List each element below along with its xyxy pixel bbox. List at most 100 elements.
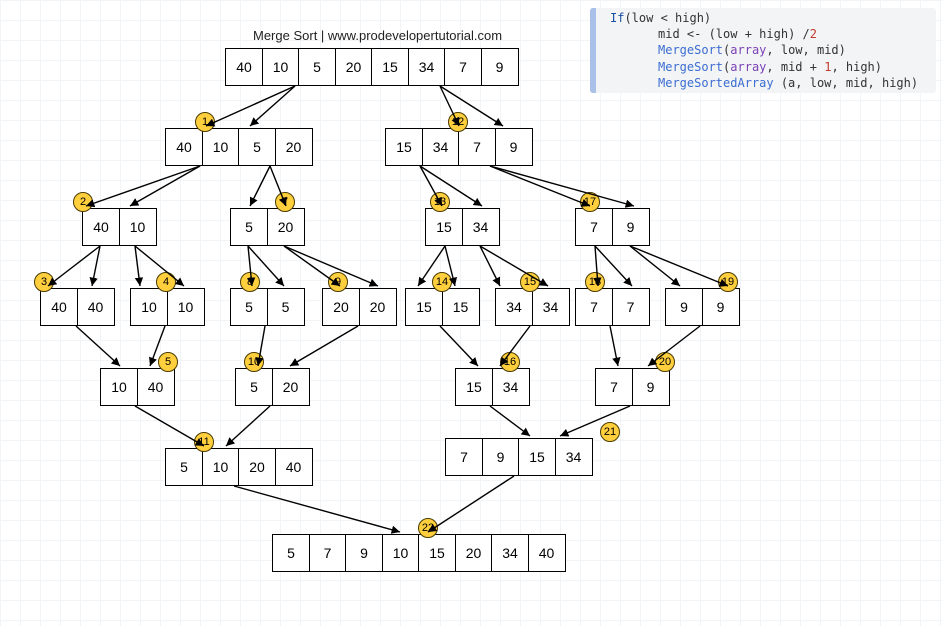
code-block: If(low < high) mid <- (low + high) /2 Me… bbox=[590, 8, 936, 93]
array-cell: 10 bbox=[167, 288, 205, 326]
array-node: 2020 bbox=[322, 288, 397, 326]
array-node: 4010 bbox=[82, 208, 157, 246]
array-cell: 15 bbox=[455, 368, 493, 406]
step-badge: 3 bbox=[34, 272, 54, 292]
array-cell: 20 bbox=[455, 534, 493, 572]
step-badge: 19 bbox=[718, 272, 738, 292]
array-cell: 15 bbox=[385, 128, 423, 166]
step-badge: 16 bbox=[500, 352, 520, 372]
step-badge: 4 bbox=[156, 272, 176, 292]
array-node: 79 bbox=[575, 208, 650, 246]
code-line: mid <- (low + high) /2 bbox=[610, 26, 932, 42]
array-cell: 34 bbox=[495, 288, 533, 326]
array-cell: 20 bbox=[275, 128, 313, 166]
array-cell: 10 bbox=[202, 128, 240, 166]
array-cell: 40 bbox=[275, 448, 313, 486]
array-cell: 15 bbox=[371, 48, 409, 86]
step-badge: 1 bbox=[195, 112, 215, 132]
step-badge: 12 bbox=[448, 112, 468, 132]
array-cell: 20 bbox=[335, 48, 373, 86]
array-node: 520 bbox=[230, 208, 305, 246]
array-cell: 34 bbox=[532, 288, 570, 326]
array-cell: 9 bbox=[481, 48, 519, 86]
array-node: 77 bbox=[575, 288, 650, 326]
code-line: MergeSort(array, low, mid) bbox=[610, 42, 932, 58]
array-cell: 10 bbox=[262, 48, 300, 86]
array-cell: 34 bbox=[422, 128, 460, 166]
array-cell: 9 bbox=[345, 534, 383, 572]
array-cell: 40 bbox=[77, 288, 115, 326]
step-badge: 17 bbox=[580, 192, 600, 212]
array-cell: 5 bbox=[238, 128, 276, 166]
array-cell: 9 bbox=[632, 368, 670, 406]
array-cell: 7 bbox=[595, 368, 633, 406]
array-node: 1534 bbox=[425, 208, 500, 246]
step-badge: 14 bbox=[432, 272, 452, 292]
array-node: 791534 bbox=[445, 438, 593, 476]
step-badge: 10 bbox=[244, 352, 264, 372]
step-badge: 18 bbox=[585, 272, 605, 292]
array-node: 3434 bbox=[495, 288, 570, 326]
step-badge: 13 bbox=[430, 192, 450, 212]
array-cell: 40 bbox=[165, 128, 203, 166]
array-cell: 40 bbox=[225, 48, 263, 86]
array-cell: 10 bbox=[382, 534, 420, 572]
array-cell: 9 bbox=[702, 288, 740, 326]
array-node: 4040 bbox=[40, 288, 115, 326]
array-cell: 9 bbox=[665, 288, 703, 326]
array-cell: 7 bbox=[458, 128, 496, 166]
array-node: 1534 bbox=[455, 368, 530, 406]
step-badge: 8 bbox=[240, 272, 260, 292]
step-badge: 7 bbox=[275, 192, 295, 212]
array-cell: 5 bbox=[267, 288, 305, 326]
step-badge: 22 bbox=[418, 518, 438, 538]
array-node: 99 bbox=[665, 288, 740, 326]
array-cell: 15 bbox=[518, 438, 556, 476]
array-node: 4010520 bbox=[165, 128, 313, 166]
array-cell: 20 bbox=[359, 288, 397, 326]
step-badge: 15 bbox=[520, 272, 540, 292]
code-line: If(low < high) bbox=[610, 10, 932, 26]
array-cell: 5 bbox=[272, 534, 310, 572]
array-cell: 34 bbox=[462, 208, 500, 246]
array-cell: 7 bbox=[575, 288, 613, 326]
array-cell: 15 bbox=[425, 208, 463, 246]
step-badge: 20 bbox=[655, 352, 675, 372]
step-badge: 5 bbox=[158, 352, 178, 372]
array-cell: 5 bbox=[235, 368, 273, 406]
array-cell: 20 bbox=[238, 448, 276, 486]
array-cell: 15 bbox=[405, 288, 443, 326]
step-badge: 11 bbox=[194, 432, 214, 452]
array-cell: 15 bbox=[418, 534, 456, 572]
array-cell: 5 bbox=[165, 448, 203, 486]
array-cell: 7 bbox=[445, 438, 483, 476]
array-cell: 40 bbox=[40, 288, 78, 326]
array-cell: 34 bbox=[492, 368, 530, 406]
step-badge: 9 bbox=[328, 272, 348, 292]
array-cell: 34 bbox=[491, 534, 529, 572]
array-node: 1010 bbox=[130, 288, 205, 326]
array-node: 79 bbox=[595, 368, 670, 406]
array-cell: 34 bbox=[555, 438, 593, 476]
step-badge: 2 bbox=[73, 192, 93, 212]
code-line: MergeSortedArray (a, low, mid, high) bbox=[610, 75, 932, 91]
array-cell: 10 bbox=[100, 368, 138, 406]
array-node: 153479 bbox=[385, 128, 533, 166]
array-node: 55 bbox=[230, 288, 305, 326]
array-cell: 5 bbox=[298, 48, 336, 86]
array-cell: 34 bbox=[408, 48, 446, 86]
array-cell: 10 bbox=[202, 448, 240, 486]
array-cell: 9 bbox=[482, 438, 520, 476]
array-cell: 40 bbox=[82, 208, 120, 246]
array-cell: 9 bbox=[495, 128, 533, 166]
diagram-title: Merge Sort | www.prodevelopertutorial.co… bbox=[253, 28, 502, 43]
array-cell: 9 bbox=[612, 208, 650, 246]
array-node: 1515 bbox=[405, 288, 480, 326]
array-node: 1040 bbox=[100, 368, 175, 406]
array-cell: 7 bbox=[612, 288, 650, 326]
array-cell: 15 bbox=[442, 288, 480, 326]
array-cell: 10 bbox=[130, 288, 168, 326]
array-cell: 40 bbox=[137, 368, 175, 406]
array-cell: 7 bbox=[575, 208, 613, 246]
array-final: 5791015203440 bbox=[272, 534, 566, 572]
